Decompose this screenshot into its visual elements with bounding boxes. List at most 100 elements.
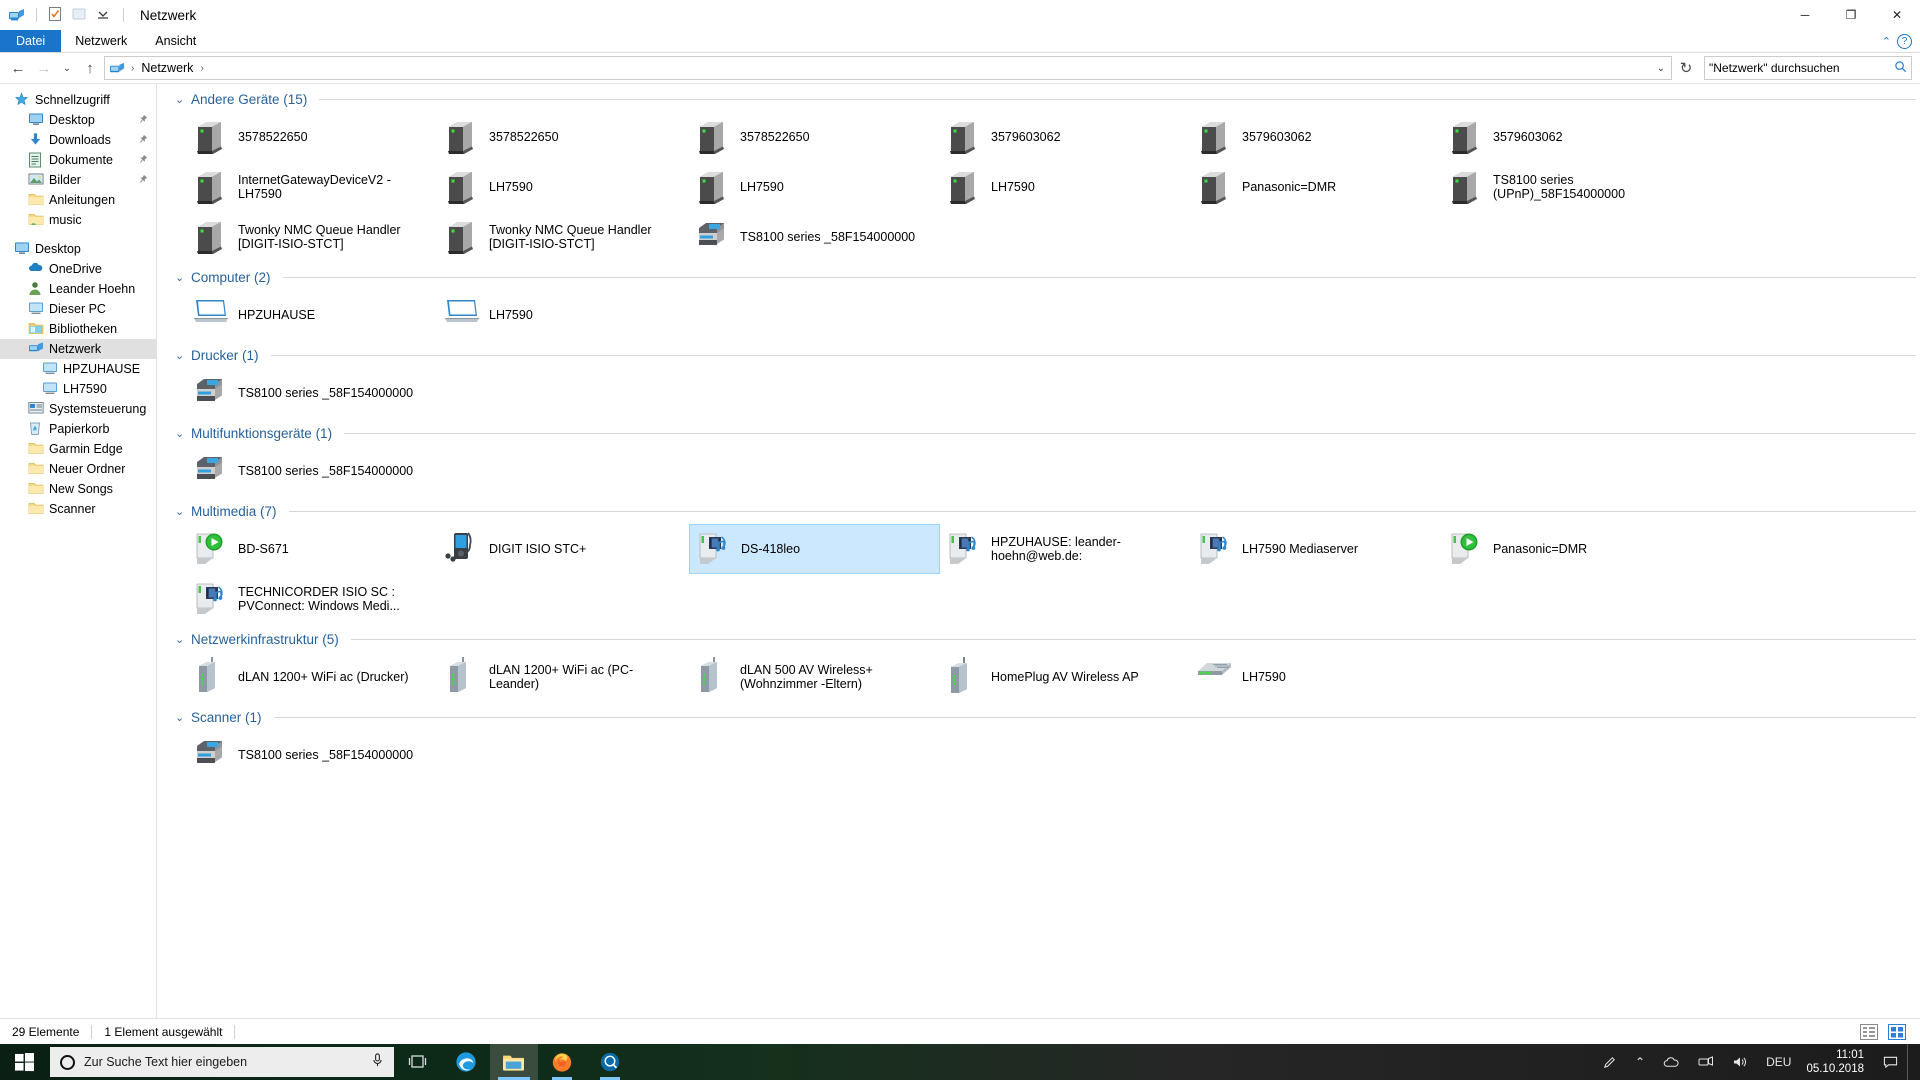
back-button[interactable]: ← xyxy=(6,56,30,80)
refresh-button[interactable]: ↻ xyxy=(1674,56,1698,80)
sidebar-item-garmin-edge[interactable]: Garmin Edge xyxy=(0,439,156,459)
sidebar-item-bibliotheken[interactable]: Bibliotheken xyxy=(0,319,156,339)
device-item[interactable]: LH7590 xyxy=(1191,652,1442,702)
sidebar-item-hpzuhause[interactable]: HPZUHAUSE xyxy=(0,359,156,379)
sidebar-item-anleitungen[interactable]: Anleitungen xyxy=(0,190,156,210)
device-item[interactable]: dLAN 1200+ WiFi ac (PC-Leander) xyxy=(438,652,689,702)
up-button[interactable]: ↑ xyxy=(78,56,102,80)
task-view-icon[interactable] xyxy=(394,1044,442,1080)
language-indicator[interactable]: DEU xyxy=(1757,1044,1800,1080)
navigation-pane[interactable]: Schnellzugriff Desktop Downloads Dokumente B… xyxy=(0,84,157,1040)
sidebar-item-onedrive[interactable]: OneDrive xyxy=(0,259,156,279)
sidebar-item-neuer-ordner[interactable]: Neuer Ordner xyxy=(0,459,156,479)
search-input[interactable]: "Netzwerk" durchsuchen xyxy=(1709,61,1894,75)
properties-icon[interactable] xyxy=(47,6,65,24)
device-item[interactable]: 3578522650 xyxy=(438,112,689,162)
sidebar-item-netzwerk[interactable]: Netzwerk xyxy=(0,339,156,359)
help-icon[interactable]: ? xyxy=(1897,33,1912,49)
close-button[interactable]: ✕ xyxy=(1874,0,1920,30)
device-item[interactable]: dLAN 1200+ WiFi ac (Drucker) xyxy=(187,652,438,702)
device-item[interactable]: LH7590 xyxy=(940,162,1191,212)
device-item[interactable]: 3578522650 xyxy=(187,112,438,162)
sidebar-item-schnellzugriff[interactable]: Schnellzugriff xyxy=(0,90,156,110)
chevron-down-icon[interactable]: ⌄ xyxy=(175,505,185,518)
customize-chevron-icon[interactable] xyxy=(95,6,113,24)
show-desktop-button[interactable] xyxy=(1907,1044,1914,1080)
onedrive-cloud-icon[interactable] xyxy=(1654,1044,1689,1080)
search-icon[interactable] xyxy=(1894,60,1907,76)
device-item[interactable]: 3579603062 xyxy=(1191,112,1442,162)
tab-datei[interactable]: Datei xyxy=(0,30,62,52)
garmin-express-icon[interactable] xyxy=(586,1044,634,1080)
device-item[interactable]: TS8100 series _58F154000000 xyxy=(187,730,438,780)
action-center-icon[interactable] xyxy=(1874,1044,1907,1080)
group-header[interactable]: ⌄ Multimedia (7) xyxy=(165,500,1920,522)
device-item[interactable]: DIGIT ISIO STC+ xyxy=(438,524,689,574)
device-item[interactable]: Panasonic=DMR xyxy=(1442,524,1693,574)
device-item[interactable]: 3579603062 xyxy=(940,112,1191,162)
pin-icon[interactable] xyxy=(134,172,150,188)
forward-button[interactable]: → xyxy=(32,56,56,80)
tab-netzwerk[interactable]: Netzwerk xyxy=(61,30,141,52)
edge-icon[interactable] xyxy=(442,1044,490,1080)
tab-ansicht[interactable]: Ansicht xyxy=(141,30,210,52)
recent-locations-button[interactable]: ⌄ xyxy=(58,56,76,80)
sidebar-item-leander-hoehn[interactable]: Leander Hoehn xyxy=(0,279,156,299)
device-item[interactable]: LH7590 Mediaserver xyxy=(1191,524,1442,574)
group-header[interactable]: ⌄ Multifunktionsgeräte (1) xyxy=(165,422,1920,444)
pin-icon[interactable] xyxy=(134,112,150,128)
breadcrumb-separator-1[interactable]: › xyxy=(199,63,204,74)
maximize-button[interactable]: ❐ xyxy=(1828,0,1874,30)
search-box[interactable]: "Netzwerk" durchsuchen xyxy=(1704,56,1912,80)
chevron-down-icon[interactable]: ⌄ xyxy=(175,711,185,724)
sidebar-item-downloads[interactable]: Downloads xyxy=(0,130,156,150)
chevron-down-icon[interactable]: ⌄ xyxy=(175,271,185,284)
details-view-icon[interactable] xyxy=(1860,1023,1878,1040)
sidebar-item-systemsteuerung[interactable]: Systemsteuerung xyxy=(0,399,156,419)
device-item[interactable]: LH7590 xyxy=(438,162,689,212)
sidebar-item-desktop[interactable]: Desktop xyxy=(0,239,156,259)
pin-icon[interactable] xyxy=(134,132,150,148)
device-item[interactable]: 3579603062 xyxy=(1442,112,1693,162)
group-header[interactable]: ⌄ Computer (2) xyxy=(165,266,1920,288)
device-item[interactable]: DS-418leo xyxy=(689,524,940,574)
device-item[interactable]: BD-S671 xyxy=(187,524,438,574)
device-item[interactable]: LH7590 xyxy=(438,290,689,340)
device-item[interactable]: HPZUHAUSE xyxy=(187,290,438,340)
breadcrumb-item-netzwerk[interactable]: Netzwerk xyxy=(139,61,195,75)
large-icons-view-icon[interactable] xyxy=(1888,1023,1906,1040)
device-item[interactable]: HPZUHAUSE: leander-hoehn@web.de: xyxy=(940,524,1191,574)
minimize-ribbon-icon[interactable]: ⌃ xyxy=(1882,35,1891,48)
pin-icon[interactable] xyxy=(134,152,150,168)
sidebar-item-music[interactable]: music xyxy=(0,210,156,230)
pen-input-icon[interactable] xyxy=(1593,1044,1626,1080)
device-item[interactable]: TS8100 series _58F154000000 xyxy=(187,446,438,496)
network-tray-icon[interactable] xyxy=(1689,1044,1723,1080)
taskbar-search-input[interactable]: Zur Suche Text hier eingeben xyxy=(84,1055,362,1069)
device-item[interactable]: 3578522650 xyxy=(689,112,940,162)
firefox-icon[interactable] xyxy=(538,1044,586,1080)
sidebar-item-lh7590[interactable]: LH7590 xyxy=(0,379,156,399)
device-item[interactable]: TS8100 series _58F154000000 xyxy=(187,368,438,418)
chevron-down-icon[interactable]: ⌄ xyxy=(175,93,185,106)
file-list-pane[interactable]: ⌄ Andere Geräte (15) 3578522650 3578522650 3… xyxy=(157,84,1920,1040)
group-header[interactable]: ⌄ Andere Geräte (15) xyxy=(165,88,1920,110)
sidebar-item-new-songs[interactable]: New Songs xyxy=(0,479,156,499)
group-header[interactable]: ⌄ Netzwerkinfrastruktur (5) xyxy=(165,628,1920,650)
sidebar-item-papierkorb[interactable]: Papierkorb xyxy=(0,419,156,439)
group-header[interactable]: ⌄ Drucker (1) xyxy=(165,344,1920,366)
minimize-button[interactable]: ─ xyxy=(1782,0,1828,30)
chevron-down-icon[interactable]: ⌄ xyxy=(1657,63,1665,74)
speaker-icon[interactable] xyxy=(1723,1044,1757,1080)
sidebar-item-scanner[interactable]: Scanner xyxy=(0,499,156,519)
device-item[interactable]: LH7590 xyxy=(689,162,940,212)
file-explorer-icon[interactable] xyxy=(490,1044,538,1080)
network-icon[interactable] xyxy=(8,6,26,24)
sidebar-item-desktop[interactable]: Desktop xyxy=(0,110,156,130)
device-item[interactable]: Twonky NMC Queue Handler [DIGIT-ISIO-STC… xyxy=(187,212,438,262)
tray-overflow-icon[interactable]: ⌃ xyxy=(1626,1044,1654,1080)
chevron-down-icon[interactable]: ⌄ xyxy=(175,349,185,362)
sidebar-item-dieser-pc[interactable]: Dieser PC xyxy=(0,299,156,319)
new-folder-icon[interactable] xyxy=(71,6,89,24)
device-item[interactable]: Panasonic=DMR xyxy=(1191,162,1442,212)
